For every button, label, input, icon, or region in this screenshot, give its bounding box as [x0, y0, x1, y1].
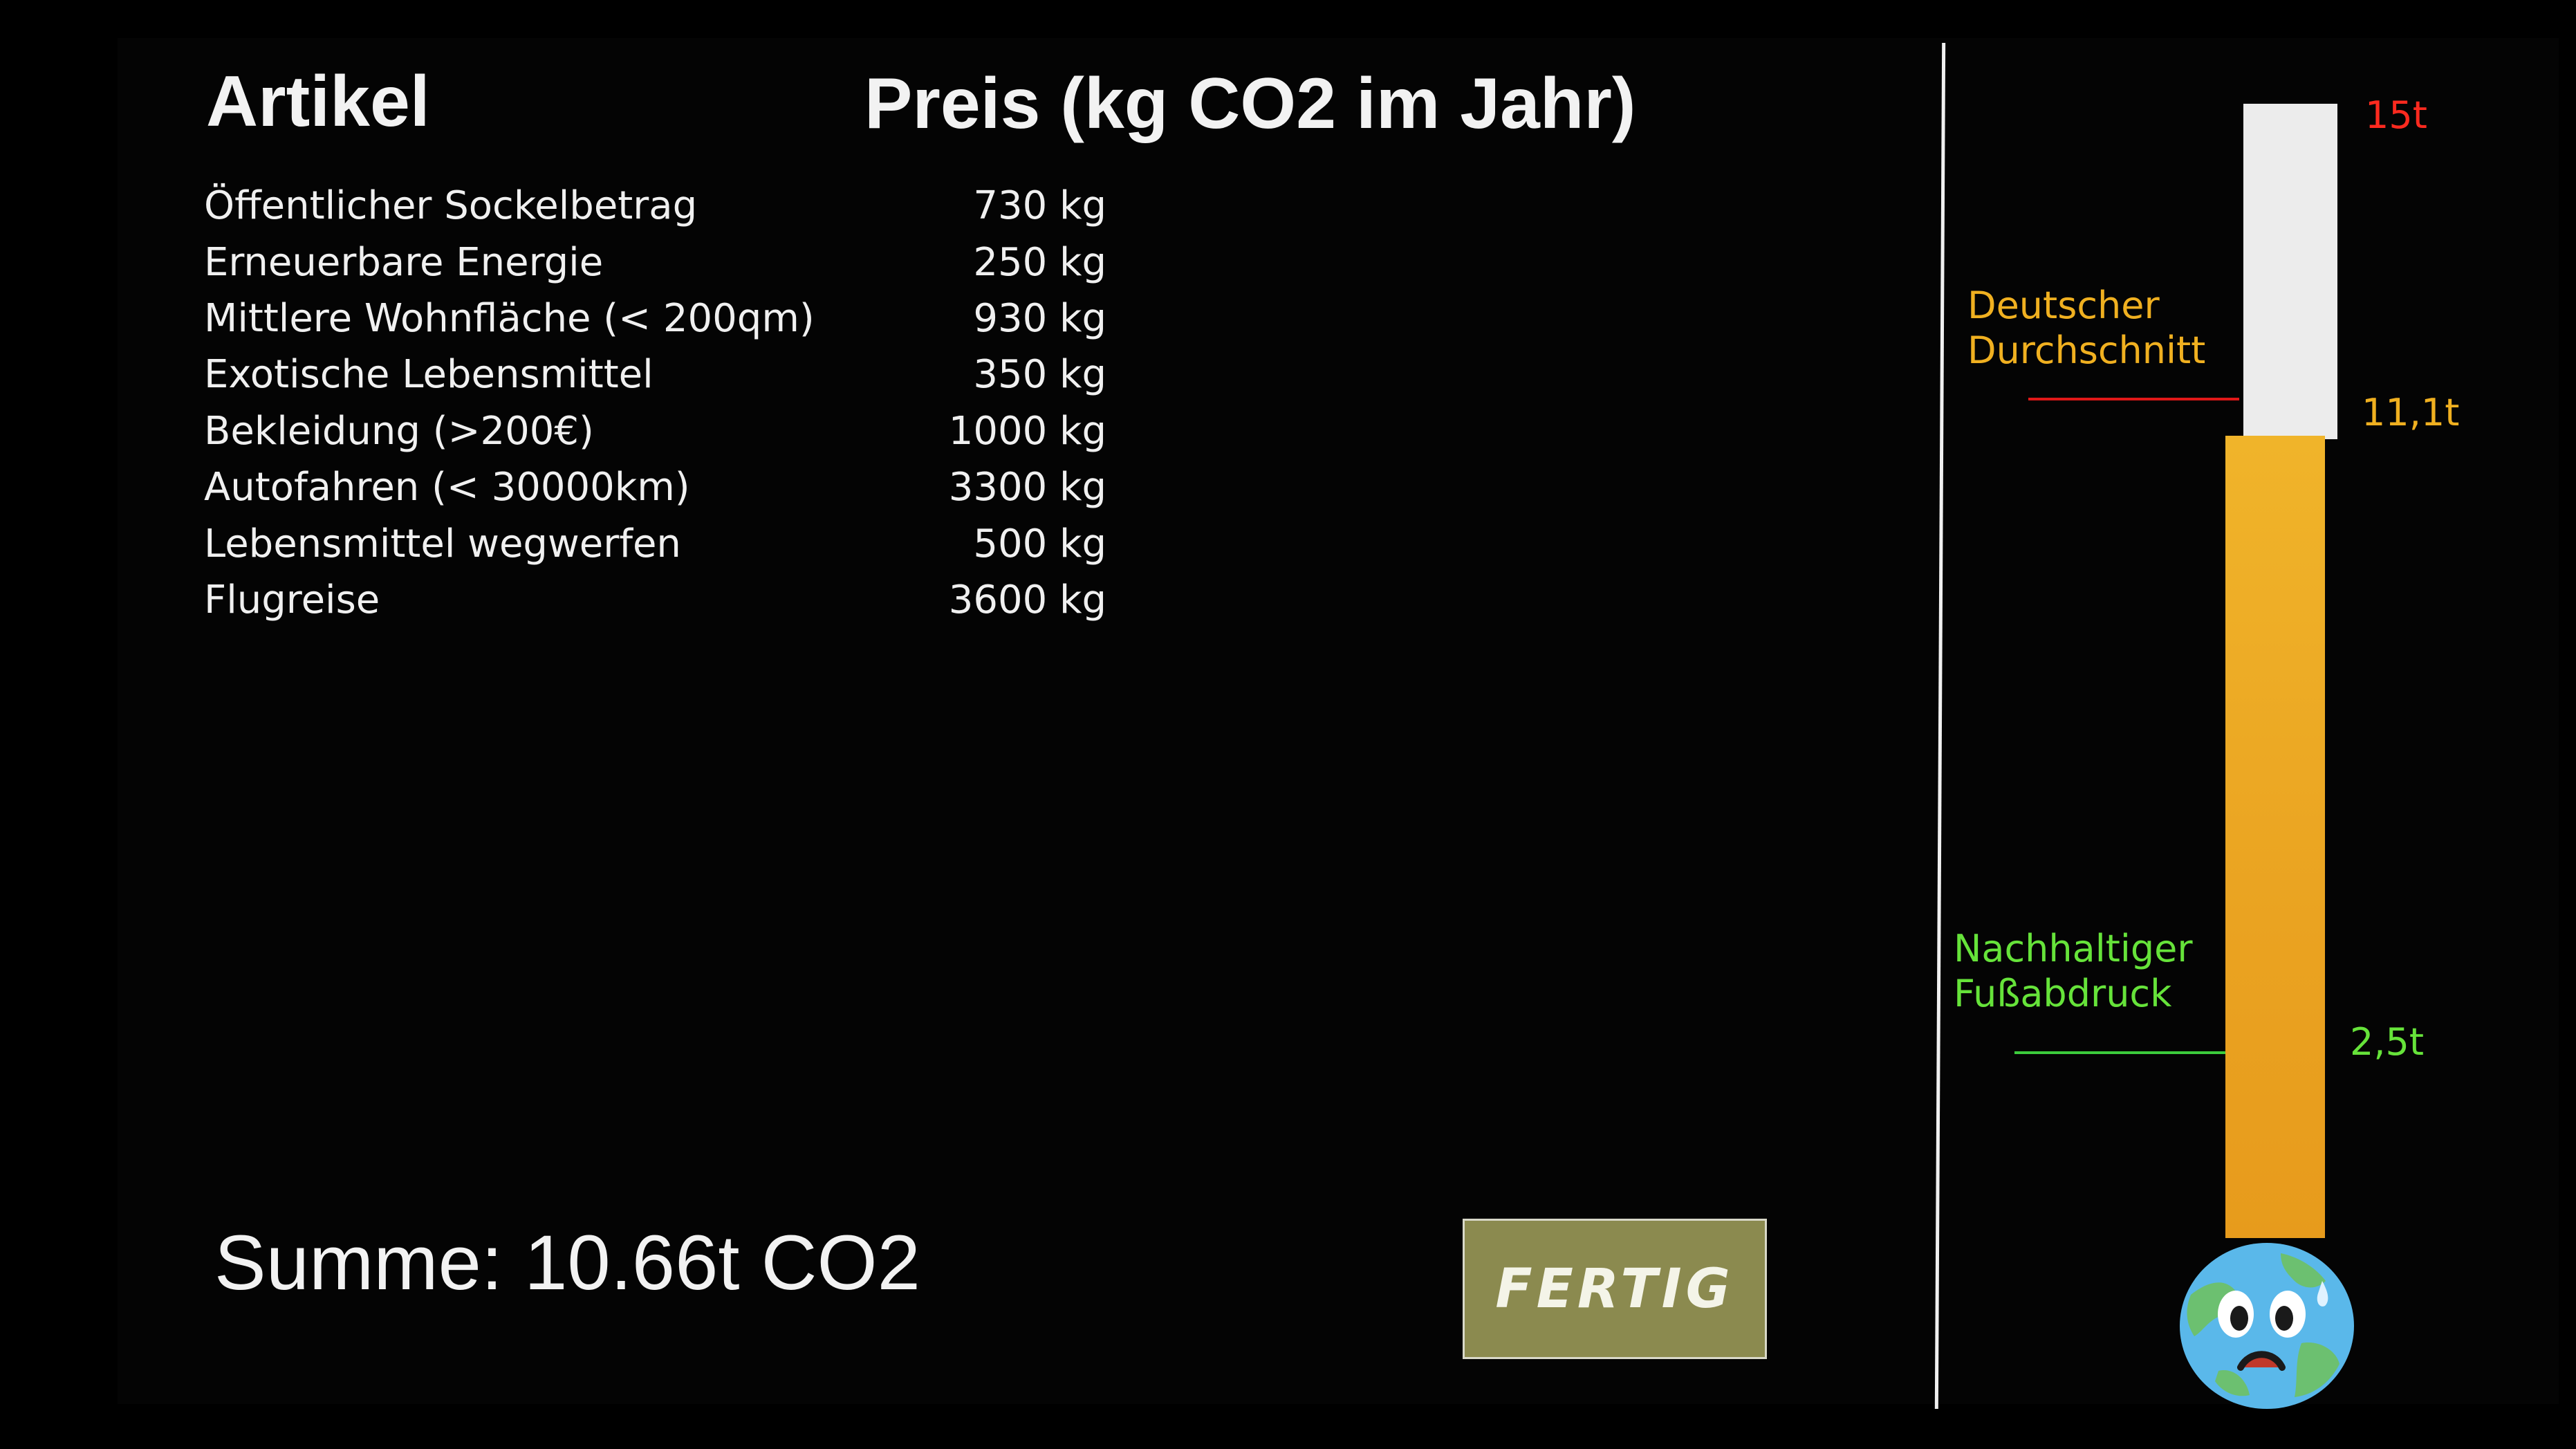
- item-name: Mittlere Wohnfläche (< 200qm): [204, 296, 815, 341]
- max-value-label: 15t: [2365, 93, 2427, 137]
- item-name: Lebensmittel wegwerfen: [204, 522, 681, 566]
- item-price: 730 kg: [973, 183, 1106, 228]
- header-price-column: Preis (kg CO2 im Jahr): [864, 64, 1636, 144]
- header-item-column: Artikel: [206, 62, 430, 142]
- item-price: 1000 kg: [948, 409, 1106, 454]
- item-name: Öffentlicher Sockelbetrag: [204, 183, 698, 228]
- item-name: Flugreise: [204, 578, 380, 622]
- done-button[interactable]: FERTIG: [1463, 1219, 1767, 1359]
- average-marker-line: [2028, 398, 2239, 400]
- sum-total: Summe: 10.66t CO2: [214, 1219, 920, 1306]
- item-price: 500 kg: [973, 522, 1106, 566]
- item-price: 250 kg: [973, 240, 1106, 285]
- item-name: Exotische Lebensmittel: [204, 352, 654, 397]
- sustainable-marker-line: [2014, 1051, 2225, 1054]
- item-price: 3300 kg: [948, 465, 1106, 510]
- sad-earth-icon: [2180, 1243, 2354, 1409]
- sustainable-label: Nachhaltiger Fußabdruck: [1954, 927, 2193, 1015]
- item-price: 930 kg: [973, 296, 1106, 341]
- item-price: 350 kg: [973, 352, 1106, 397]
- average-label: Deutscher Durchschnitt: [1967, 284, 2206, 372]
- item-name: Bekleidung (>200€): [204, 409, 594, 454]
- sustainable-value-label: 2,5t: [2350, 1020, 2425, 1064]
- average-value-label: 11,1t: [2362, 391, 2460, 434]
- thermometer-fill: [2225, 436, 2325, 1238]
- item-name: Erneuerbare Energie: [204, 240, 604, 285]
- item-name: Autofahren (< 30000km): [204, 465, 690, 510]
- thermometer-track: [2243, 104, 2337, 439]
- item-price: 3600 kg: [948, 578, 1106, 622]
